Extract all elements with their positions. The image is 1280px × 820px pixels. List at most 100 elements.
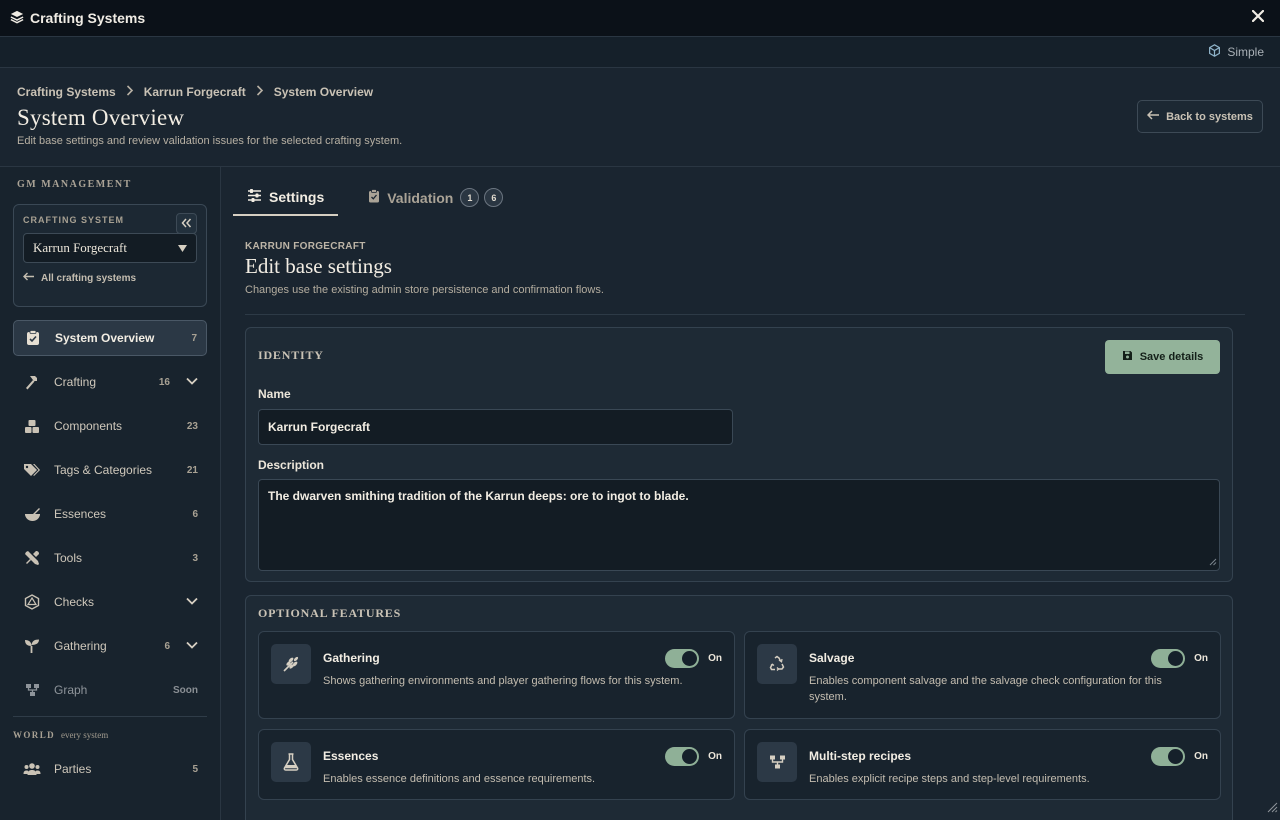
window-titlebar: Crafting Systems	[0, 0, 1280, 37]
feature-description: Shows gathering environments and player …	[323, 675, 683, 687]
sidebar-item-checks[interactable]: Checks	[13, 584, 207, 620]
hammer-icon	[22, 372, 42, 392]
validation-badge-warnings: 6	[484, 188, 504, 207]
gathering-toggle[interactable]: On	[665, 649, 722, 668]
toggle-state-label: On	[1194, 751, 1208, 762]
sidebar-item-system-overview[interactable]: System Overview 7	[13, 320, 207, 356]
sidebar-item-count: 3	[192, 552, 198, 564]
world-label: WORLD	[13, 730, 56, 740]
description-label: Description	[258, 458, 325, 472]
collapse-sidebar-button[interactable]	[176, 213, 197, 234]
feature-salvage: Salvage Enables component salvage and th…	[744, 631, 1221, 719]
sidebar-item-tools[interactable]: Tools 3	[13, 540, 207, 576]
main-content: Settings Validation 1 6 KARRUN FORGECRAF…	[221, 167, 1280, 820]
sidebar-item-label: Tags & Categories	[54, 463, 153, 477]
toggle-state-label: On	[708, 653, 722, 664]
flask-icon	[271, 742, 311, 782]
world-sublabel: every system	[61, 730, 109, 740]
toggle-switch[interactable]	[665, 649, 700, 668]
tab-validation[interactable]: Validation 1 6	[354, 179, 517, 216]
save-icon	[1122, 350, 1133, 364]
crafting-system-card: CRAFTING SYSTEM Karrun Forgecraft All cr…	[13, 204, 207, 307]
toggle-switch[interactable]	[1151, 747, 1186, 766]
sidebar-item-label: Crafting	[54, 375, 97, 389]
breadcrumb: Crafting Systems Karrun Forgecraft Syste…	[17, 84, 1263, 99]
tags-icon	[22, 460, 42, 480]
sidebar-item-count: 23	[186, 420, 198, 432]
all-crafting-systems-link[interactable]: All crafting systems	[23, 272, 197, 284]
tools-icon	[22, 548, 42, 568]
sidebar-item-label: Gathering	[54, 639, 107, 653]
sidebar-item-count: Soon	[173, 684, 198, 696]
description-textarea[interactable]: The dwarven smithing tradition of the Ka…	[258, 479, 1220, 571]
all-crafting-systems-label: All crafting systems	[41, 272, 137, 284]
section-header: KARRUN FORGECRAFT Edit base settings Cha…	[245, 241, 1245, 315]
sidebar-item-crafting[interactable]: Crafting 16	[13, 364, 207, 400]
steps-icon	[757, 742, 797, 782]
sidebar: GM MANAGEMENT CRAFTING SYSTEM Karrun For…	[0, 167, 221, 820]
crafting-system-select[interactable]: Karrun Forgecraft	[23, 233, 197, 263]
chevron-down-icon[interactable]	[186, 374, 198, 388]
feature-description: Enables component salvage and the salvag…	[809, 675, 1162, 703]
breadcrumb-item[interactable]: Crafting Systems	[17, 85, 116, 99]
toggle-state-label: On	[708, 751, 722, 762]
chevron-right-icon	[256, 84, 264, 99]
layers-icon	[10, 10, 24, 27]
feature-title: Gathering	[323, 651, 380, 665]
name-label: Name	[258, 387, 291, 401]
sidebar-item-essences[interactable]: Essences 6	[13, 496, 207, 532]
sidebar-item-graph: Graph Soon	[13, 672, 207, 708]
sidebar-item-count: 7	[191, 332, 197, 344]
recycle-icon	[757, 644, 797, 684]
sidebar-item-label: Essences	[54, 507, 107, 521]
sidebar-item-tags-categories[interactable]: Tags & Categories 21	[13, 452, 207, 488]
salvage-toggle[interactable]: On	[1151, 649, 1208, 668]
feature-multi-step-recipes: Multi-step recipes Enables explicit reci…	[744, 729, 1221, 800]
arrow-left-icon	[23, 272, 35, 284]
feature-title: Essences	[323, 749, 379, 763]
save-details-label: Save details	[1139, 351, 1204, 363]
double-chevron-left-icon	[181, 215, 192, 233]
mortar-pestle-icon	[22, 504, 42, 524]
sidebar-item-gathering[interactable]: Gathering 6	[13, 628, 207, 664]
page-subtitle: Edit base settings and review validation…	[17, 135, 403, 147]
diagram-icon	[22, 680, 42, 700]
toggle-switch[interactable]	[1151, 649, 1186, 668]
tab-settings-label: Settings	[269, 188, 325, 205]
boxes-icon	[22, 416, 42, 436]
multi-step-recipes-toggle[interactable]: On	[1151, 747, 1208, 766]
mode-label: Simple	[1227, 45, 1264, 59]
close-button[interactable]	[1248, 8, 1268, 28]
mode-toggle[interactable]: Simple	[1208, 44, 1264, 60]
sidebar-item-count: 21	[186, 464, 198, 476]
sidebar-item-label: System Overview	[55, 331, 155, 345]
name-input[interactable]: Karrun Forgecraft	[258, 409, 733, 445]
feature-description: Enables essence definitions and essence …	[323, 773, 596, 785]
optional-features-card: OPTIONAL FEATURES Gathering Shows gather…	[245, 595, 1233, 820]
sidebar-item-label: Components	[54, 419, 123, 433]
sidebar-item-label: Parties	[54, 762, 92, 776]
sidebar-section-label: GM MANAGEMENT	[17, 179, 132, 190]
toggle-state-label: On	[1194, 653, 1208, 664]
essences-toggle[interactable]: On	[665, 747, 722, 766]
cube-icon	[1208, 44, 1221, 60]
save-details-button[interactable]: Save details	[1105, 340, 1220, 374]
window-resize-handle[interactable]	[1267, 800, 1278, 818]
identity-card: IDENTITY Save details Name Karrun Forgec…	[245, 327, 1233, 582]
sidebar-item-parties[interactable]: Parties 5	[13, 751, 207, 787]
chevron-down-icon[interactable]	[186, 638, 198, 652]
window-title-text: Crafting Systems	[30, 10, 146, 26]
toggle-switch[interactable]	[665, 747, 700, 766]
tab-settings[interactable]: Settings	[233, 179, 339, 216]
back-to-systems-button[interactable]: Back to systems	[1137, 100, 1263, 133]
sidebar-item-count: 6	[164, 640, 170, 652]
sidebar-item-components[interactable]: Components 23	[13, 408, 207, 444]
chevron-down-icon[interactable]	[186, 594, 198, 608]
breadcrumb-item[interactable]: Karrun Forgecraft	[144, 85, 246, 99]
sidebar-nav: System Overview 7 Crafting 16 Components…	[13, 320, 207, 787]
resize-grip-icon[interactable]	[1209, 555, 1217, 569]
arrow-left-icon	[1147, 110, 1160, 123]
feature-gathering: Gathering Shows gathering environments a…	[258, 631, 735, 719]
users-icon	[22, 759, 42, 779]
sidebar-item-label: Tools	[54, 551, 83, 565]
